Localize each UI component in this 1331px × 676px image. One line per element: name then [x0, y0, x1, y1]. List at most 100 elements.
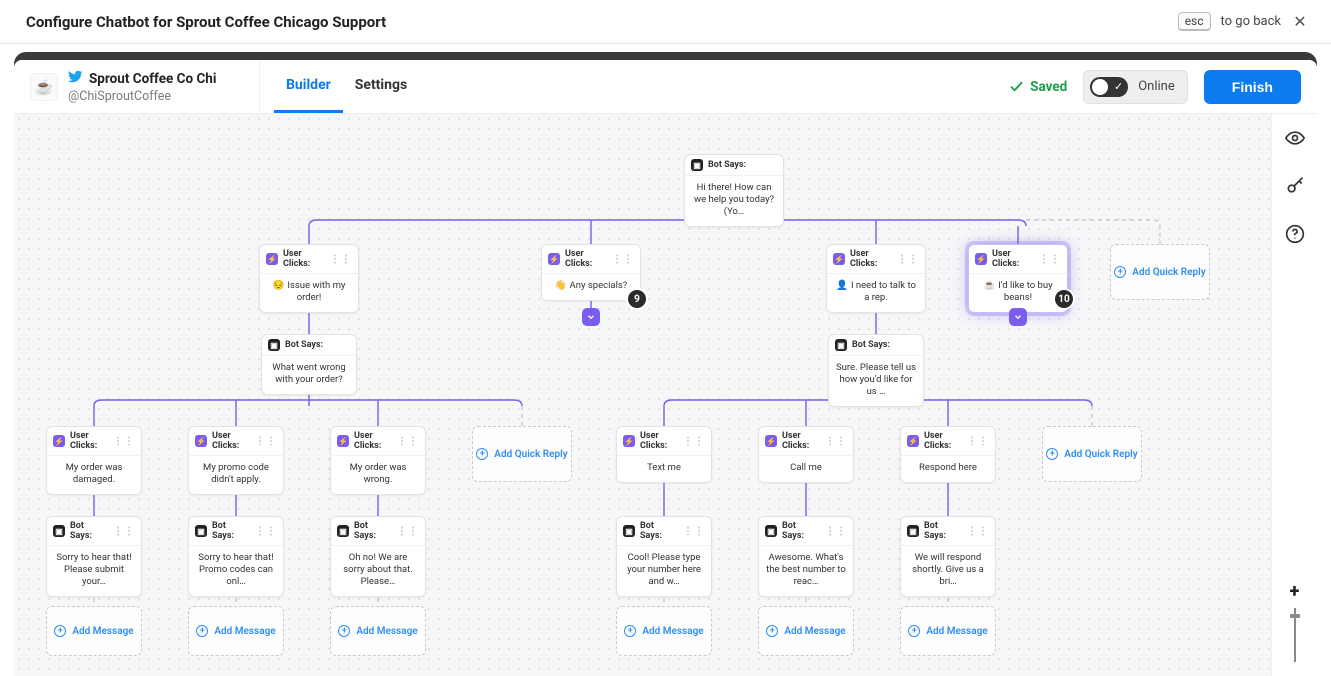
zoom-control[interactable]: +: [1290, 581, 1300, 662]
node-label: User Clicks:: [283, 249, 325, 269]
user-node-promo[interactable]: ⚡User Clicks:⋮⋮ My promo code didn't app…: [188, 426, 284, 495]
add-message-label: Add Message: [926, 626, 987, 637]
modal-header: Configure Chatbot for Sprout Coffee Chic…: [0, 0, 1331, 44]
node-text: Text me: [617, 456, 711, 482]
grip-icon[interactable]: ⋮⋮: [255, 526, 277, 537]
bot-node-damaged[interactable]: ▣Bot Says:⋮⋮ Sorry to hear that! Please …: [46, 516, 142, 597]
bot-icon: ▣: [907, 525, 919, 537]
add-quick-reply-label: Add Quick Reply: [1064, 449, 1137, 460]
bot-node-respond[interactable]: ▣Bot Says:⋮⋮ We will respond shortly. Gi…: [900, 516, 996, 597]
user-node-damaged[interactable]: ⚡User Clicks:⋮⋮ My order was damaged.: [46, 426, 142, 495]
add-message-0-0[interactable]: +Add Message: [46, 606, 142, 656]
user-node-rep[interactable]: ⚡User Clicks:⋮⋮ 👤I need to talk to a rep…: [826, 244, 926, 313]
checkmark-icon: ✓: [1114, 80, 1123, 93]
toggle-label: Online: [1138, 79, 1175, 94]
close-icon[interactable]: ✕: [1291, 13, 1309, 31]
grip-icon[interactable]: ⋮⋮: [255, 436, 277, 447]
go-back-label: to go back: [1221, 14, 1281, 29]
plus-icon[interactable]: +: [1290, 581, 1300, 602]
node-text: 👋Any specials?: [542, 274, 640, 300]
add-quick-reply-branch0[interactable]: +Add Quick Reply: [472, 426, 572, 482]
add-message-label: Add Message: [784, 626, 845, 637]
zoom-knob[interactable]: [1290, 614, 1300, 618]
node-text: My order was damaged.: [47, 456, 141, 494]
node-label: Bot Says:: [212, 521, 250, 541]
bot-node-issue[interactable]: ▣Bot Says: What went wrong with your ord…: [261, 334, 357, 395]
modal-header-right: esc to go back ✕: [1178, 12, 1309, 31]
count-badge-specials: 9: [628, 290, 646, 308]
user-node-textme[interactable]: ⚡User Clicks:⋮⋮ Text me: [616, 426, 712, 483]
key-icon[interactable]: [1285, 176, 1305, 196]
tab-builder[interactable]: Builder: [274, 60, 343, 113]
grip-icon[interactable]: ⋮⋮: [825, 436, 847, 447]
node-text: We will respond shortly. Give us a bri…: [901, 546, 995, 596]
grip-icon[interactable]: ⋮⋮: [825, 526, 847, 537]
bot-icon: ▣: [337, 525, 349, 537]
toggle-knob: [1092, 79, 1108, 95]
emoji-icon: 👋: [555, 280, 567, 291]
plus-circle-icon: +: [476, 448, 488, 460]
bot-node-rep[interactable]: ▣Bot Says: Sure. Please tell us how you'…: [828, 334, 924, 407]
node-label: Bot Says:: [354, 521, 392, 541]
node-label: Bot Says:: [852, 340, 917, 350]
online-toggle[interactable]: ✓ Online: [1083, 70, 1188, 104]
user-node-beans[interactable]: ⚡User Clicks:⋮⋮ ☕I'd like to buy beans!: [968, 244, 1068, 313]
add-message-2-1[interactable]: + Add Message: [758, 606, 854, 656]
finish-button[interactable]: Finish: [1204, 70, 1301, 104]
bot-node-promo[interactable]: ▣Bot Says:⋮⋮ Sorry to hear that! Promo c…: [188, 516, 284, 597]
header-right: Saved ✓ Online Finish: [993, 60, 1317, 113]
user-node-specials[interactable]: ⚡User Clicks:⋮⋮ 👋Any specials?: [541, 244, 641, 301]
grip-icon[interactable]: ⋮⋮: [967, 436, 989, 447]
grip-icon[interactable]: ⋮⋮: [683, 436, 705, 447]
node-label: User Clicks:: [565, 249, 607, 269]
node-text: Sorry to hear that! Please submit your…: [47, 546, 141, 596]
expand-chip-beans[interactable]: [1009, 308, 1027, 326]
user-node-callme[interactable]: ⚡User Clicks:⋮⋮ Call me: [758, 426, 854, 483]
grip-icon[interactable]: ⋮⋮: [397, 526, 419, 537]
node-label: Bot Says:: [708, 160, 777, 170]
bot-node-root[interactable]: ▣Bot Says: Hi there! How can we help you…: [684, 154, 784, 227]
plus-circle-icon: +: [196, 625, 208, 637]
user-node-respond[interactable]: ⚡User Clicks:⋮⋮ Respond here: [900, 426, 996, 483]
node-label: Bot Says:: [782, 521, 820, 541]
bot-node-textme[interactable]: ▣Bot Says:⋮⋮ Cool! Please type your numb…: [616, 516, 712, 597]
plus-circle-icon: +: [766, 625, 778, 637]
app-frame: ☕ Sprout Coffee Co Chi @ChiSproutCoffee …: [14, 52, 1317, 676]
bolt-icon: ⚡: [975, 253, 987, 265]
bolt-icon: ⚡: [195, 435, 207, 447]
grip-icon[interactable]: ⋮⋮: [612, 254, 634, 265]
tab-settings[interactable]: Settings: [343, 60, 419, 113]
add-quick-reply-root[interactable]: + Add Quick Reply: [1110, 244, 1210, 300]
add-message-0-2[interactable]: +Add Message: [330, 606, 426, 656]
zoom-track[interactable]: [1294, 608, 1296, 662]
grip-icon[interactable]: ⋮⋮: [113, 526, 135, 537]
grip-icon[interactable]: ⋮⋮: [113, 436, 135, 447]
toggle-switch[interactable]: ✓: [1090, 77, 1128, 97]
bot-node-wrong[interactable]: ▣ Bot Says: ⋮⋮ Oh no! We are sorry about t…: [330, 516, 426, 597]
node-text: My order was wrong.: [331, 456, 425, 494]
expand-chip-specials[interactable]: [582, 308, 600, 326]
add-message-0-1[interactable]: + Add Message: [188, 606, 284, 656]
node-label: Bot Says:: [640, 521, 678, 541]
user-node-wrong[interactable]: ⚡User Clicks:⋮⋮ My order was wrong.: [330, 426, 426, 495]
node-text: What went wrong with your order?: [262, 356, 356, 394]
grip-icon[interactable]: ⋮⋮: [330, 254, 352, 265]
bot-node-callme[interactable]: ▣Bot Says:⋮⋮ Awesome. What's the best nu…: [758, 516, 854, 597]
user-node-issue[interactable]: ⚡User Clicks:⋮⋮ 😔Issue with my order!: [259, 244, 359, 313]
canvas[interactable]: ▣Bot Says: Hi there! How can we help you…: [14, 114, 1271, 676]
add-message-2-0[interactable]: +Add Message: [616, 606, 712, 656]
grip-icon[interactable]: ⋮⋮: [1039, 254, 1061, 265]
grip-icon[interactable]: ⋮⋮: [967, 526, 989, 537]
node-label: Bot Says:: [70, 521, 108, 541]
add-message-2-2[interactable]: +Add Message: [900, 606, 996, 656]
profile-block: ☕ Sprout Coffee Co Chi @ChiSproutCoffee: [14, 60, 260, 113]
bolt-icon: ⚡: [833, 253, 845, 265]
add-quick-reply-branch2[interactable]: +Add Quick Reply: [1042, 426, 1142, 482]
grip-icon[interactable]: ⋮⋮: [683, 526, 705, 537]
eye-icon[interactable]: [1285, 128, 1305, 148]
help-icon[interactable]: [1285, 224, 1305, 244]
grip-icon[interactable]: ⋮⋮: [897, 254, 919, 265]
grip-icon[interactable]: ⋮⋮: [397, 436, 419, 447]
add-message-label: Add Message: [214, 626, 275, 637]
node-text: Oh no! We are sorry about that. Please…: [331, 546, 425, 596]
